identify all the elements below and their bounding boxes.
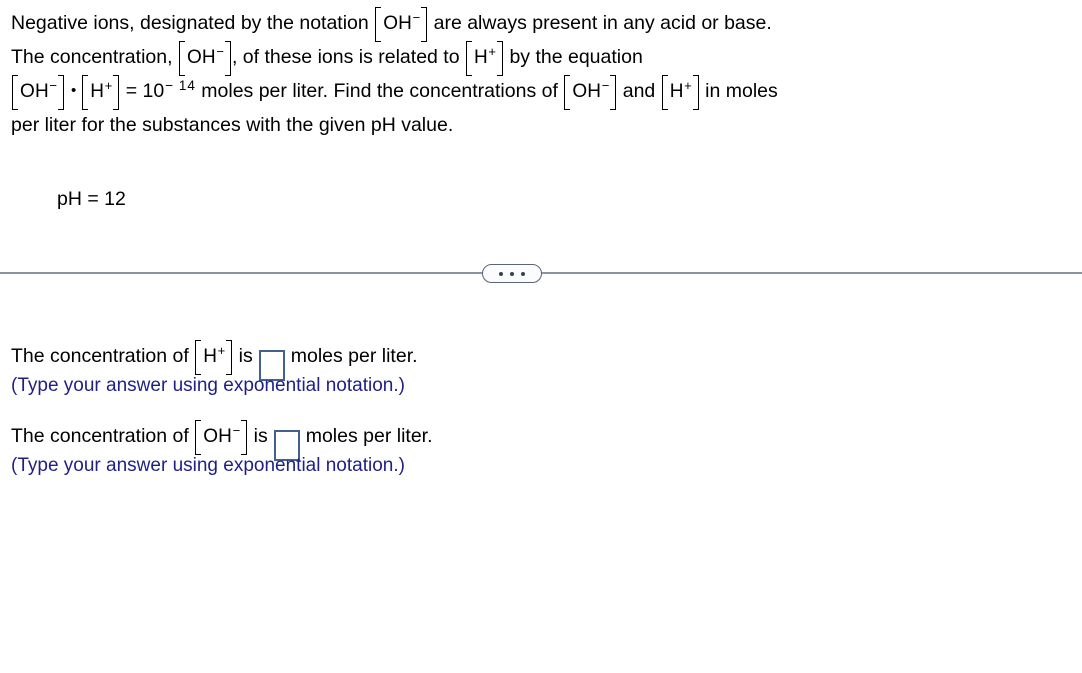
answer-row-hydrogen: The concentration of H+ is moles per lite… bbox=[11, 340, 1071, 381]
ion-charge: − bbox=[232, 422, 241, 438]
problem-line-3-post: in moles bbox=[705, 80, 778, 102]
problem-line-2-post: by the equation bbox=[509, 46, 643, 68]
problem-line-2: The concentration, OH−, of these ions is… bbox=[11, 40, 1076, 75]
ion-charge: − bbox=[412, 9, 421, 25]
ion-symbol: H bbox=[203, 346, 218, 367]
ion-charge: − bbox=[49, 77, 57, 93]
multiplication-dot-icon: • bbox=[71, 82, 77, 99]
answer-row-hydroxide: The concentration of OH− is moles per lit… bbox=[11, 420, 1071, 461]
given-ph-value: pH = 12 bbox=[57, 188, 126, 210]
problem-line-2-pre: The concentration, bbox=[11, 46, 173, 68]
ion-charge: − bbox=[601, 77, 610, 93]
ellipsis-dot-icon bbox=[510, 271, 514, 276]
answer-hint-hydroxide: (Type your answer using exponential nota… bbox=[11, 455, 405, 476]
ellipsis-dot-icon bbox=[499, 271, 503, 276]
ion-symbol: H bbox=[90, 81, 105, 102]
ion-symbol: OH bbox=[20, 81, 49, 102]
problem-line-1: Negative ions, designated by the notatio… bbox=[11, 6, 1076, 41]
answer-area: The concentration of H+ is moles per lite… bbox=[11, 340, 1071, 500]
answer-verb: is bbox=[253, 425, 268, 447]
ion-symbol: OH bbox=[383, 13, 413, 34]
ion-hydrogen: H+ bbox=[195, 340, 233, 374]
ion-hydrogen: H+ bbox=[661, 75, 699, 109]
ion-symbol: H bbox=[669, 81, 684, 102]
ion-charge: + bbox=[488, 43, 497, 59]
ion-hydroxide: OH− bbox=[178, 41, 231, 75]
problem-statement: Negative ions, designated by the notatio… bbox=[11, 6, 1076, 142]
ion-charge: − bbox=[216, 43, 224, 59]
problem-line-4: per liter for the substances with the gi… bbox=[11, 114, 454, 136]
ion-symbol: H bbox=[474, 47, 488, 68]
ion-charge: + bbox=[104, 77, 113, 93]
ion-symbol: OH bbox=[203, 426, 233, 447]
ion-charge: + bbox=[684, 77, 692, 93]
answer-verb: is bbox=[238, 345, 253, 367]
ellipsis-dot-icon bbox=[521, 271, 525, 276]
ion-hydrogen: H+ bbox=[466, 41, 504, 75]
answer-prefix: The concentration of bbox=[11, 425, 189, 447]
section-divider bbox=[0, 264, 1082, 286]
more-options-button[interactable] bbox=[482, 264, 542, 283]
equation-exponent: − 14 bbox=[165, 77, 196, 93]
answer-group-hydrogen: The concentration of H+ is moles per lite… bbox=[11, 340, 1071, 400]
problem-line-3: OH− • H+ = 10− 14 moles per liter. Find th… bbox=[11, 74, 1076, 109]
ion-hydroxide: OH− bbox=[564, 75, 617, 109]
answer-suffix: moles per liter. bbox=[305, 425, 433, 447]
ion-hydroxide: OH− bbox=[195, 420, 248, 454]
ion-charge: + bbox=[217, 342, 226, 358]
equation-equals-ten: = 10 bbox=[125, 80, 165, 102]
problem-line-3-mid: moles per liter. Find the concentrations… bbox=[201, 80, 558, 102]
problem-line-2-mid: , of these ions is related to bbox=[231, 46, 460, 68]
answer-hint-hydrogen: (Type your answer using exponential nota… bbox=[11, 375, 405, 396]
problem-line-1-pre: Negative ions, designated by the notatio… bbox=[11, 12, 369, 34]
problem-line-3-and: and bbox=[622, 80, 656, 102]
ion-symbol: OH bbox=[572, 81, 602, 102]
ion-hydrogen: H+ bbox=[82, 75, 120, 109]
ion-symbol: OH bbox=[186, 47, 216, 68]
problem-line-1-post: are always present in any acid or base. bbox=[433, 12, 772, 34]
answer-prefix: The concentration of bbox=[11, 345, 189, 367]
answer-group-hydroxide: The concentration of OH− is moles per lit… bbox=[11, 420, 1071, 480]
answer-suffix: moles per liter. bbox=[290, 345, 418, 367]
ion-hydroxide: OH− bbox=[375, 7, 428, 41]
ion-hydroxide: OH− bbox=[12, 75, 64, 109]
